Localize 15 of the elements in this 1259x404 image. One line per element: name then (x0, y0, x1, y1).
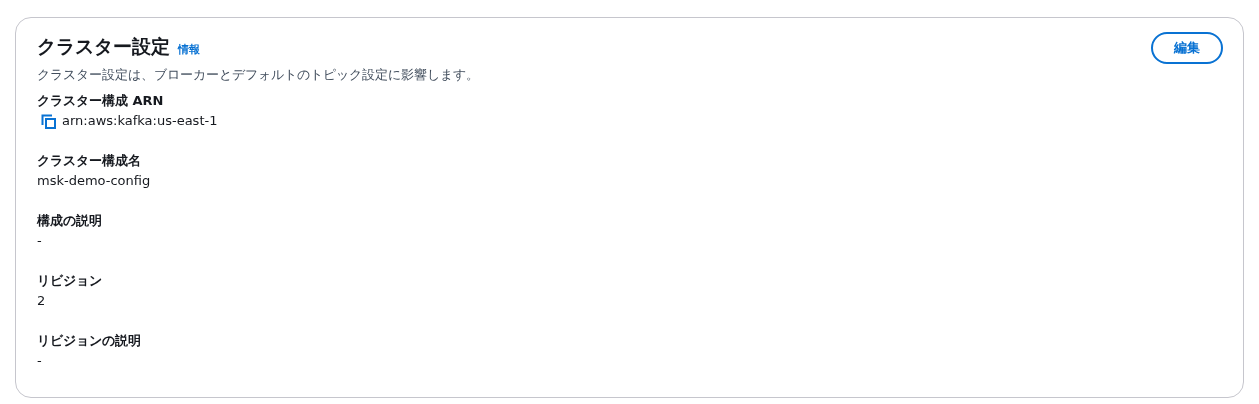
field-value: 2 (37, 292, 47, 310)
info-link[interactable]: 情報 (178, 42, 200, 57)
field-value: - (37, 232, 43, 250)
field-value: arn:aws:kafka:us-east-1 (62, 112, 218, 130)
edit-button[interactable]: 編集 (1151, 32, 1223, 64)
panel-title: クラスター設定 (37, 34, 170, 59)
field-label: クラスター構成 ARN (37, 92, 165, 110)
panel-description: クラスター設定は、ブローカーとデフォルトのトピック設定に影響します。 (37, 66, 479, 84)
field-label: リビジョンの説明 (37, 332, 142, 350)
field-value: msk-demo-config (37, 172, 152, 190)
field-value: - (37, 352, 43, 370)
field-label: リビジョン (37, 272, 103, 290)
field-label: クラスター構成名 (37, 152, 142, 170)
copy-icon[interactable] (41, 113, 56, 129)
field-label: 構成の説明 (37, 212, 103, 230)
